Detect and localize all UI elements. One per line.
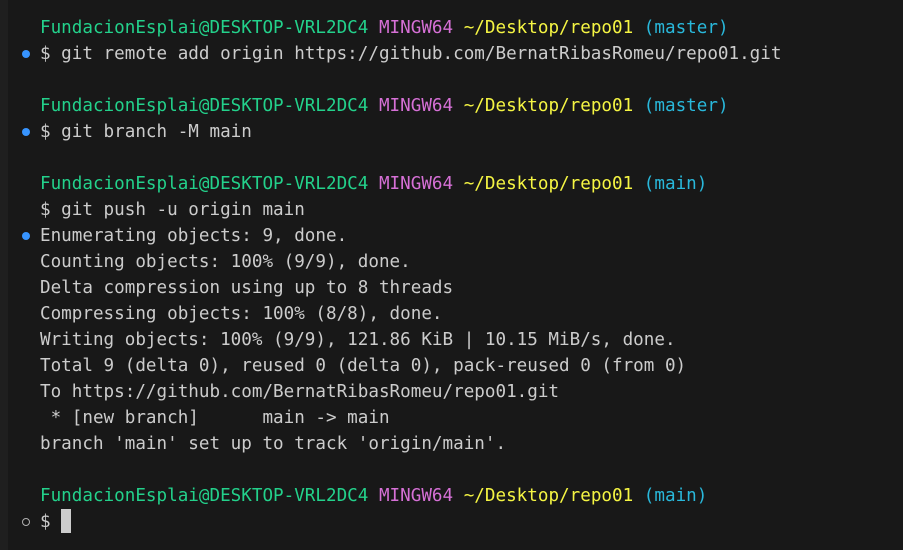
prompt-line: FundacionEsplai@DESKTOP-VRL2DC4 MINGW64 … — [40, 171, 707, 197]
prompt-system: MINGW64 — [378, 18, 454, 38]
prompt-user-host: FundacionEsplai@DESKTOP-VRL2DC4 — [40, 96, 369, 116]
output-line: Compressing objects: 100% (8/8), done. — [40, 304, 443, 324]
command-success-icon[interactable] — [22, 128, 30, 136]
prompt-line: FundacionEsplai@DESKTOP-VRL2DC4 MINGW64 … — [40, 483, 707, 509]
command-pending-icon[interactable] — [22, 518, 30, 526]
command-line: $ git remote add origin https://github.c… — [40, 44, 782, 64]
terminal-gutter — [0, 0, 8, 550]
output-line: * [new branch] main -> main — [40, 408, 390, 428]
command-input-line[interactable]: $ — [40, 508, 72, 535]
output-line: Writing objects: 100% (9/9), 121.86 KiB … — [40, 330, 676, 350]
output-line: To https://github.com/BernatRibasRomeu/r… — [40, 382, 560, 402]
prompt-branch: (main) — [643, 486, 708, 506]
terminal-panel[interactable]: FundacionEsplai@DESKTOP-VRL2DC4 MINGW64 … — [0, 0, 903, 550]
prompt-path: ~/Desktop/repo01 — [463, 174, 634, 194]
prompt-symbol: $ — [40, 512, 62, 532]
prompt-system: MINGW64 — [378, 174, 454, 194]
prompt-user-host: FundacionEsplai@DESKTOP-VRL2DC4 — [40, 18, 369, 38]
command-line: $ git branch -M main — [40, 122, 252, 142]
prompt-branch: (main) — [643, 174, 708, 194]
output-line: Delta compression using up to 8 threads — [40, 278, 454, 298]
prompt-path: ~/Desktop/repo01 — [463, 96, 634, 116]
prompt-user-host: FundacionEsplai@DESKTOP-VRL2DC4 — [40, 174, 369, 194]
output-line: Enumerating objects: 9, done. — [40, 226, 348, 246]
prompt-line: FundacionEsplai@DESKTOP-VRL2DC4 MINGW64 … — [40, 15, 729, 41]
command-success-icon[interactable] — [22, 232, 30, 240]
terminal-cursor — [61, 508, 72, 533]
prompt-system: MINGW64 — [378, 486, 454, 506]
prompt-system: MINGW64 — [378, 96, 454, 116]
output-line: branch 'main' set up to track 'origin/ma… — [40, 434, 507, 454]
output-line: Total 9 (delta 0), reused 0 (delta 0), p… — [40, 356, 687, 376]
command-success-icon[interactable] — [22, 50, 30, 58]
prompt-path: ~/Desktop/repo01 — [463, 486, 634, 506]
prompt-branch: (master) — [643, 96, 729, 116]
prompt-path: ~/Desktop/repo01 — [463, 18, 634, 38]
command-line: $ git push -u origin main — [40, 200, 305, 220]
prompt-user-host: FundacionEsplai@DESKTOP-VRL2DC4 — [40, 486, 369, 506]
prompt-branch: (master) — [643, 18, 729, 38]
prompt-line: FundacionEsplai@DESKTOP-VRL2DC4 MINGW64 … — [40, 93, 729, 119]
output-line: Counting objects: 100% (9/9), done. — [40, 252, 411, 272]
